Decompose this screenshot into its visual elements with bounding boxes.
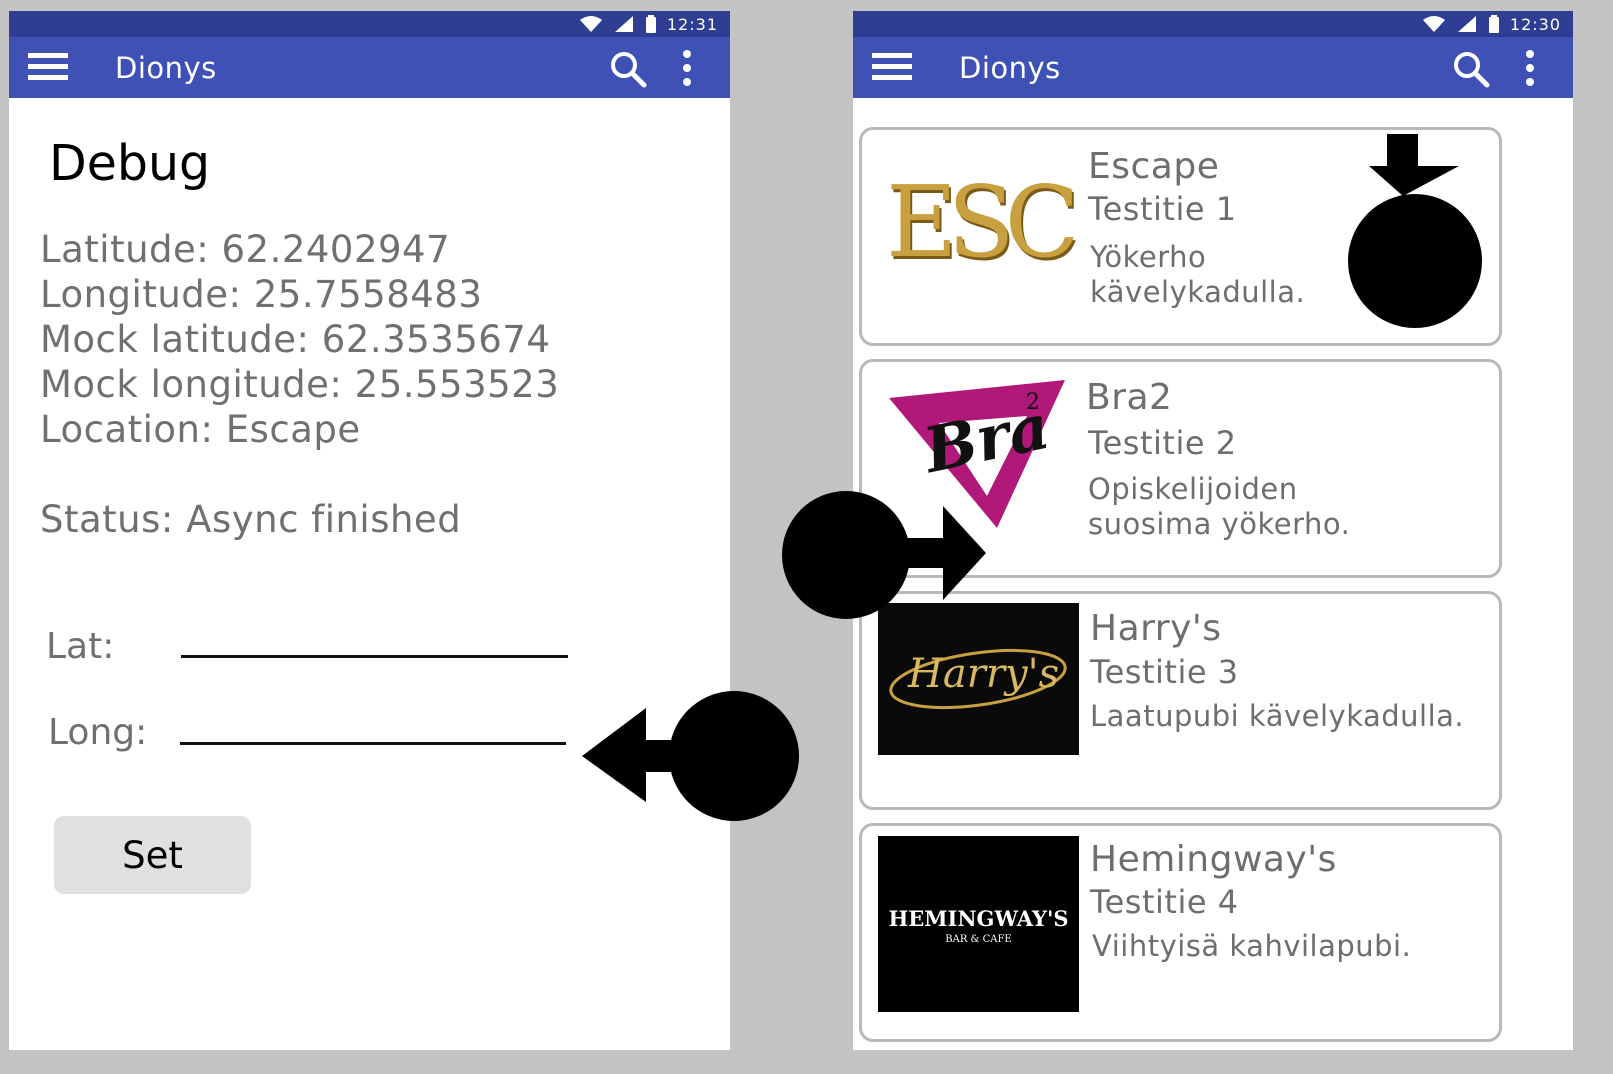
status-bar: 12:31 [9,11,730,37]
status-bar: 12:30 [853,11,1573,37]
signal-icon [1457,16,1476,32]
lat-input[interactable] [181,655,568,658]
long-label: Long: [48,712,148,753]
venue-card-bra2[interactable]: Bra 2 Bra2 Testitie 2 Opiskelijoiden suo… [859,359,1502,578]
venue-card-escape[interactable]: ESC Escape Testitie 1 Yökerho kävelykadu… [859,127,1502,346]
menu-icon[interactable] [872,53,912,81]
hemingways-logo: HEMINGWAY'S BAR & CAFE [878,836,1079,1012]
venue-list-screen: 12:30 Dionys ESC Escape Testitie 1 Yöker… [853,11,1573,1050]
more-vert-icon[interactable] [1525,50,1535,86]
venue-name: Harry's [1090,608,1222,649]
escape-logo: ESC [886,166,1080,280]
harrys-logo-text: Harry's [908,651,1060,697]
venue-name: Escape [1088,146,1220,187]
latitude-text: Latitude: 62.2402947 [40,228,451,271]
signal-icon [614,16,633,32]
battery-icon [1488,15,1499,33]
venue-name: Hemingway's [1090,839,1337,880]
location-text: Location: Escape [40,408,361,451]
venue-description: Viihtyisä kahvilapubi. [1092,929,1412,963]
app-title: Dionys [959,51,1061,85]
venue-address: Testitie 3 [1090,653,1239,691]
mock-longitude-text: Mock longitude: 25.553523 [40,363,560,406]
app-bar: Dionys [853,37,1573,98]
status-text: Status: Async finished [40,498,462,541]
lat-label: Lat: [46,626,115,667]
debug-screen: 12:31 Dionys Debug Latitude: 62.2402947 … [9,11,730,1050]
venue-card-hemingways[interactable]: HEMINGWAY'S BAR & CAFE Hemingway's Testi… [859,823,1502,1042]
venue-card-harrys[interactable]: Harry's Harry's Testitie 3 Laatupubi käv… [859,591,1502,810]
battery-icon [645,15,656,33]
venue-description: Yökerho kävelykadulla. [1090,240,1306,309]
venue-description: Laatupubi kävelykadulla. [1090,699,1465,733]
status-time: 12:31 [666,14,718,34]
long-input[interactable] [180,742,566,745]
wifi-icon [579,16,602,32]
more-vert-icon[interactable] [682,50,692,86]
search-icon[interactable] [608,49,648,89]
status-time: 12:30 [1509,14,1561,34]
longitude-text: Longitude: 25.7558483 [40,273,483,316]
page-title: Debug [49,135,211,192]
venue-name: Bra2 [1086,377,1173,418]
hemingways-logo-text: HEMINGWAY'S [888,906,1069,931]
venue-description: Opiskelijoiden suosima yökerho. [1088,472,1351,541]
app-title: Dionys [115,51,217,85]
app-bar: Dionys [9,37,730,98]
search-icon[interactable] [1451,49,1491,89]
harrys-logo: Harry's [878,603,1079,755]
menu-icon[interactable] [28,53,68,81]
venue-address: Testitie 4 [1090,883,1239,921]
venue-address: Testitie 2 [1088,424,1237,462]
set-button[interactable]: Set [54,816,251,894]
mock-latitude-text: Mock latitude: 62.3535674 [40,318,551,361]
wifi-icon [1422,16,1445,32]
venue-address: Testitie 1 [1088,190,1237,228]
bra2-logo-sup: 2 [1026,390,1040,415]
hemingways-logo-sub: BAR & CAFE [945,934,1012,945]
